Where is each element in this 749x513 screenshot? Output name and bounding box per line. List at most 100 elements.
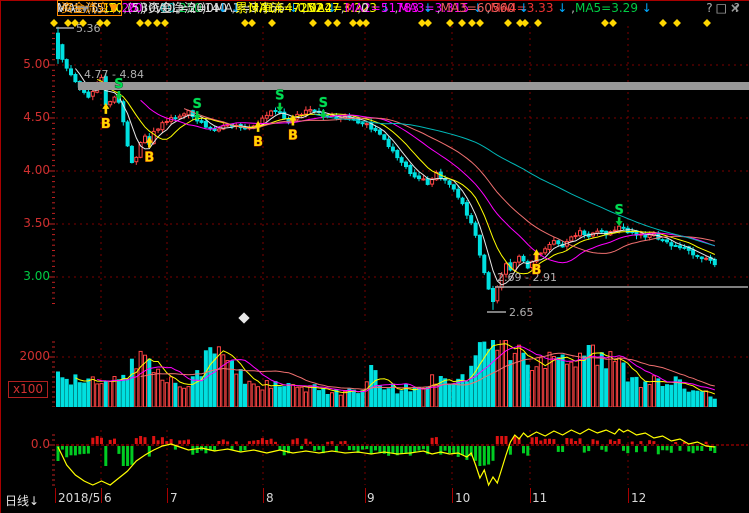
legend-text: , — [354, 0, 362, 16]
event-diamond-icon — [103, 19, 111, 27]
stock-chart-window: MA▼ (5,10,20,30,60,250) MA1=3.166 ↓ ,MA2… — [0, 0, 749, 513]
legend-value: MA5=3.29 — [575, 0, 638, 16]
buy-marker: B — [253, 135, 263, 150]
down-arrow-icon: ↓ — [214, 0, 228, 16]
event-diamond-icon — [446, 19, 454, 27]
period-label: 日线 — [5, 494, 29, 508]
event-diamond-icon — [601, 19, 609, 27]
axis-label: 0.0 — [2, 437, 50, 451]
down-arrow-icon: ↓ — [553, 0, 567, 16]
period-selector[interactable]: 日线↓ — [5, 492, 39, 509]
legend-value: MA3=60560 — [441, 0, 515, 16]
main-candlestick-chart[interactable]: 5.364.77 - 4.842.69 - 2.912.65BSBSBSBSBS — [0, 18, 749, 321]
event-diamond-icon — [659, 19, 667, 27]
legend-text: , — [567, 0, 575, 16]
price-annotation: 2.69 - 2.91 — [497, 271, 557, 284]
flow-value: 累计净流=-0.0247 — [235, 0, 339, 16]
event-diamond-icon — [476, 19, 484, 27]
ma-line-10 — [97, 79, 715, 273]
event-diamond-icon — [136, 19, 144, 27]
month-tick — [628, 488, 629, 503]
event-diamond-icon — [144, 19, 152, 27]
sell-arrow-icon — [616, 217, 623, 226]
month-label: 11 — [532, 491, 547, 505]
buy-marker: B — [532, 263, 542, 278]
event-diamond-icon — [458, 19, 466, 27]
axis-label: 4.50 — [2, 110, 50, 124]
event-diamond-icon — [161, 19, 169, 27]
event-diamond-icon — [248, 19, 256, 27]
event-diamond-icon — [362, 19, 370, 27]
legend-text: , — [433, 0, 441, 16]
buy-arrow-icon — [533, 249, 540, 260]
price-annotation: 2.65 — [509, 306, 534, 319]
down-arrow-icon: ↓ — [515, 0, 529, 16]
event-diamond-icon — [673, 19, 681, 27]
event-diamond-icon — [521, 19, 529, 27]
month-tick — [452, 488, 453, 503]
buy-marker: B — [144, 151, 154, 166]
month-tick — [530, 488, 531, 503]
event-diamond-icon — [333, 19, 341, 27]
event-diamond-icon — [349, 19, 357, 27]
ma-line-60 — [315, 114, 715, 245]
fund-flow-legend: 资金流变▼(5) 资金净流=0 ↓ ,累计净流=-0.0247 ↑ ,0 — [57, 0, 369, 16]
month-label: 9 — [367, 491, 375, 505]
candles — [57, 27, 717, 310]
month-label: 12 — [631, 491, 646, 505]
month-tick — [263, 488, 264, 503]
event-diamond-icon — [424, 19, 432, 27]
event-diamond-icon — [153, 19, 161, 27]
period-arrow-icon: ↓ — [29, 494, 39, 508]
sell-marker: S — [275, 89, 284, 104]
month-label: 2018/5 — [58, 491, 100, 505]
cumulative-flow-line — [58, 429, 715, 485]
month-label: 7 — [170, 491, 178, 505]
event-diamond-icon — [268, 19, 276, 27]
down-arrow-icon: ↓ — [638, 0, 652, 16]
event-diamond-icon — [241, 19, 249, 27]
close-icon[interactable]: × — [730, 1, 743, 15]
event-diamond-icon — [534, 19, 542, 27]
month-label: 10 — [455, 491, 470, 505]
event-diamond-icon — [609, 19, 617, 27]
flow-value: 资金净流=0 — [148, 0, 214, 16]
event-diamond-icon — [324, 19, 332, 27]
axis-label: 5.00 — [2, 57, 50, 71]
month-tick — [365, 488, 366, 503]
flow-pane-icons: ?□× — [706, 0, 743, 16]
month-label: 6 — [104, 491, 112, 505]
legend-text: , — [228, 0, 236, 16]
sell-marker: S — [114, 77, 123, 92]
flow-indicator-selector[interactable]: 资金流变▼ — [57, 0, 122, 16]
axis-label: 2000 — [2, 349, 50, 363]
month-label: 8 — [266, 491, 274, 505]
event-diamond-icon — [309, 19, 317, 27]
event-diamond-icon — [64, 19, 72, 27]
month-tick — [101, 488, 102, 503]
buy-marker: B — [101, 117, 111, 132]
flow-param: (5) — [127, 0, 148, 16]
help-icon[interactable]: ? — [706, 1, 715, 15]
event-diamond-icon — [504, 19, 512, 27]
sell-marker: S — [319, 96, 328, 111]
volume-unit-box: x100 — [8, 381, 48, 398]
volume-bars — [57, 340, 717, 407]
axis-label: 3.00 — [2, 269, 50, 283]
event-diamond-icon — [468, 19, 476, 27]
sell-marker: S — [193, 97, 202, 112]
month-tick — [167, 488, 168, 503]
price-range-band — [78, 82, 749, 90]
price-annotation: 5.36 — [76, 22, 101, 35]
axis-label: 4.00 — [2, 163, 50, 177]
month-tick — [55, 488, 56, 503]
event-diamond-icon — [50, 19, 58, 27]
ma-line-5 — [75, 69, 714, 285]
volume-chart[interactable] — [0, 340, 749, 407]
sell-marker: S — [614, 203, 623, 218]
event-diamond-icon — [703, 19, 711, 27]
flow-value: 0 — [361, 0, 369, 16]
fund-flow-chart[interactable] — [0, 428, 749, 487]
maximize-icon[interactable]: □ — [716, 1, 730, 15]
down-arrow-icon: ↓ — [419, 0, 433, 16]
